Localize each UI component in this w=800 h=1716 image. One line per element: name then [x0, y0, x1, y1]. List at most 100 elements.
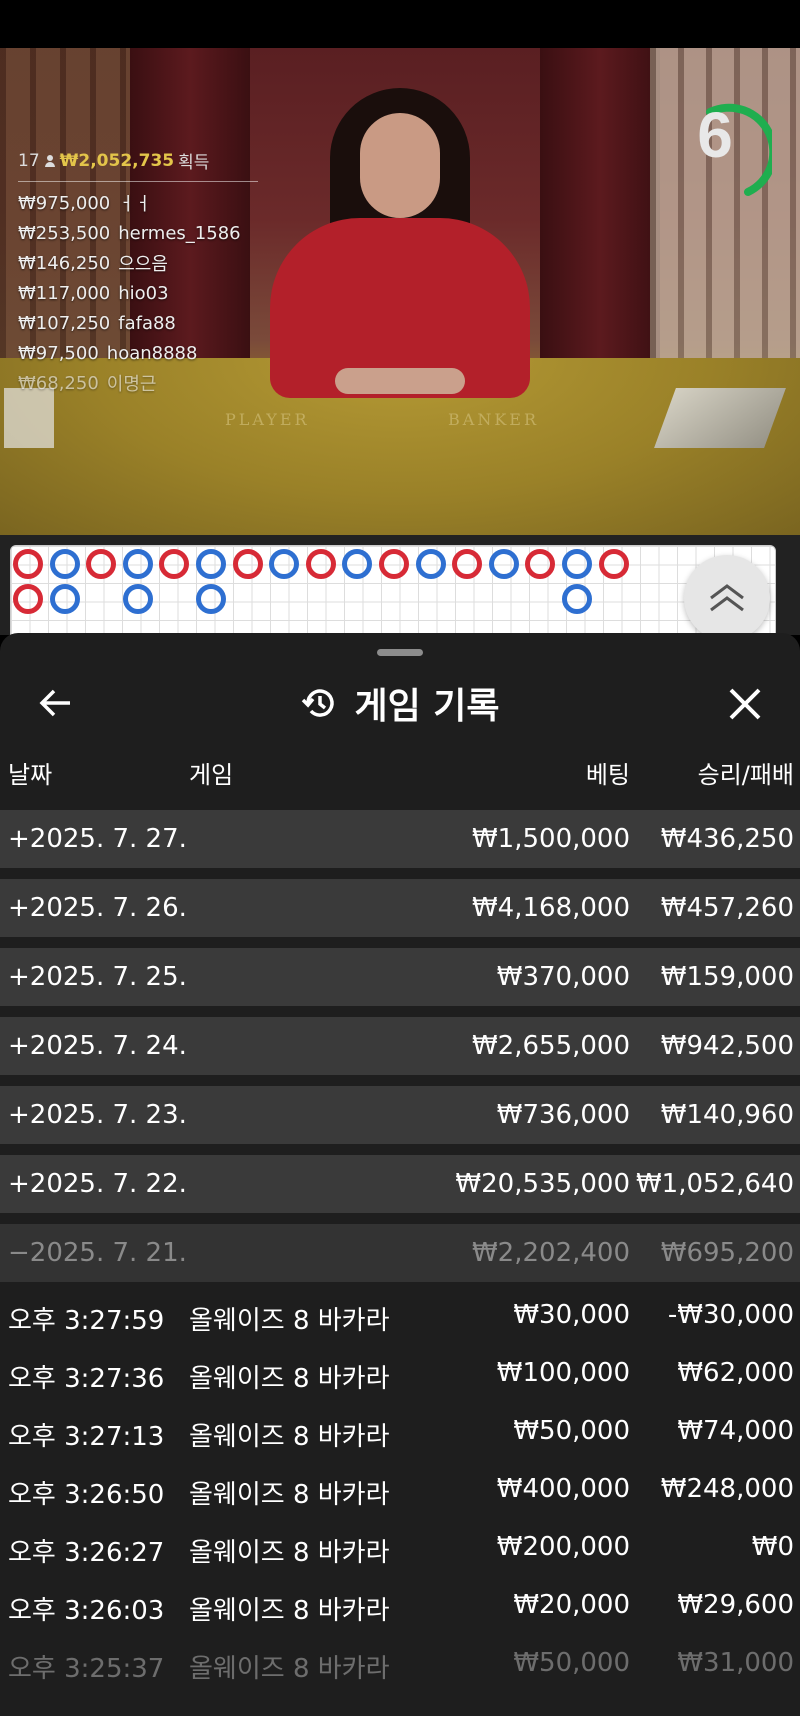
- tx-result: ₩62,000: [677, 1358, 794, 1388]
- day-date: +2025. 7. 22.: [8, 1169, 187, 1199]
- bettor-amount: ₩253,500: [18, 222, 111, 244]
- scoreboard-area: [0, 535, 800, 641]
- bettor-row: ₩253,500 hermes_1586: [18, 218, 258, 248]
- bead-red: [525, 549, 556, 579]
- col-date: 날짜: [8, 761, 53, 789]
- bead-blue: [49, 549, 80, 579]
- tx-bet: ₩50,000: [513, 1416, 630, 1446]
- bead-red: [379, 549, 409, 579]
- tx-bet: ₩400,000: [496, 1474, 630, 1504]
- sheet-title: 게임 기록: [354, 686, 500, 727]
- day-bet: ₩4,168,000: [471, 893, 630, 923]
- day-row[interactable]: +2025. 7. 23. ₩736,000 ₩140,960: [0, 1086, 800, 1144]
- expand-button[interactable]: [684, 555, 770, 641]
- close-icon: [729, 688, 761, 720]
- transaction-row[interactable]: 오후 3:27:36 올웨이즈 8 바카라 ₩100,000 ₩62,000: [0, 1346, 800, 1404]
- bead-road[interactable]: [10, 545, 776, 635]
- transaction-row[interactable]: 오후 3:27:13 올웨이즈 8 바카라 ₩50,000 ₩74,000: [0, 1404, 800, 1462]
- day-date: +2025. 7. 23.: [8, 1100, 187, 1130]
- top-bettors-panel: 17 ₩2,052,735 획득 ₩975,000 ㅓㅓ ₩253,500 herme…: [18, 148, 258, 398]
- tx-game: 올웨이즈 8 바카라: [189, 1364, 390, 1394]
- tx-time: 오후 3:26:03: [8, 1596, 165, 1626]
- bettors-total: ₩2,052,735: [59, 150, 175, 171]
- tx-result: -₩30,000: [667, 1300, 794, 1330]
- day-row[interactable]: +2025. 7. 24. ₩2,655,000 ₩942,500: [0, 1017, 800, 1075]
- day-result: ₩140,960: [660, 1100, 794, 1130]
- title-group: 게임 기록: [0, 663, 800, 743]
- sheet-header: 게임 기록: [0, 663, 800, 743]
- bettor-name: 으으음: [118, 254, 168, 275]
- bead-red: [452, 549, 483, 579]
- tx-result: ₩31,000: [677, 1648, 794, 1678]
- tx-bet: ₩30,000: [513, 1300, 630, 1330]
- day-bet: ₩20,535,000: [455, 1169, 630, 1199]
- felt-player-label: PLAYER: [225, 410, 310, 429]
- col-result: 승리/패배: [697, 761, 794, 789]
- bettor-list: ₩975,000 ㅓㅓ ₩253,500 hermes_1586 ₩146,250 으으음…: [18, 188, 258, 398]
- bettor-name: hoan8888: [106, 342, 198, 364]
- bettor-row: ₩146,250 으으음: [18, 248, 258, 278]
- day-bet: ₩736,000: [496, 1100, 630, 1130]
- tx-bet: ₩100,000: [496, 1358, 630, 1388]
- day-row[interactable]: −2025. 7. 21. ₩2,202,400 ₩695,200: [0, 1224, 800, 1282]
- sheet-grabber[interactable]: [377, 649, 423, 656]
- day-row[interactable]: +2025. 7. 25. ₩370,000 ₩159,000: [0, 948, 800, 1006]
- close-button[interactable]: [724, 683, 766, 725]
- chevron-up-double-icon: [710, 584, 744, 612]
- day-result: ₩695,200: [660, 1238, 794, 1268]
- column-headers: 날짜 게임 베팅 승리/패배: [0, 743, 800, 793]
- day-result: ₩942,500: [660, 1031, 794, 1061]
- bettor-amount: ₩146,250: [18, 252, 111, 274]
- bettor-name: 이명근: [106, 374, 157, 395]
- day-date: +2025. 7. 24.: [8, 1031, 187, 1061]
- day-bet: ₩2,202,400: [471, 1238, 630, 1268]
- bead-red: [598, 549, 629, 579]
- bead-red: [305, 549, 336, 579]
- status-bar: [0, 0, 800, 48]
- tx-time: 오후 3:25:37: [8, 1654, 165, 1684]
- bead-blue: [122, 584, 153, 614]
- day-date: +2025. 7. 25.: [8, 962, 187, 992]
- transaction-row[interactable]: 오후 3:26:27 올웨이즈 8 바카라 ₩200,000 ₩0: [0, 1520, 800, 1578]
- day-result: ₩159,000: [660, 962, 794, 992]
- day-date: −2025. 7. 21.: [8, 1238, 187, 1268]
- timer-value: 6: [697, 99, 733, 171]
- tx-result: ₩74,000: [677, 1416, 794, 1446]
- transaction-row[interactable]: 오후 3:26:03 올웨이즈 8 바카라 ₩20,000 ₩29,600: [0, 1578, 800, 1636]
- day-bet: ₩1,500,000: [471, 824, 630, 854]
- bead-red: [13, 584, 43, 614]
- back-button[interactable]: [36, 683, 76, 723]
- bead-blue: [196, 549, 226, 579]
- transaction-row[interactable]: 오후 3:26:50 올웨이즈 8 바카라 ₩400,000 ₩248,000: [0, 1462, 800, 1520]
- tx-game: 올웨이즈 8 바카라: [189, 1596, 390, 1626]
- game-history-sheet: 게임 기록 날짜 게임 베팅 승리/패배 +2025. 7. 27. ₩1,500…: [0, 633, 800, 1716]
- bettor-name: ㅓㅓ: [118, 194, 152, 215]
- bettor-row: ₩975,000 ㅓㅓ: [18, 188, 258, 218]
- tx-game: 올웨이즈 8 바카라: [189, 1480, 390, 1510]
- transaction-row[interactable]: 오후 3:25:37 올웨이즈 8 바카라 ₩50,000 ₩31,000: [0, 1636, 800, 1694]
- bead-blue: [269, 549, 300, 579]
- countdown-timer: 6: [690, 78, 772, 198]
- bettor-amount: ₩107,250: [18, 312, 111, 334]
- tx-result: ₩248,000: [660, 1474, 794, 1504]
- bettor-amount: ₩68,250: [18, 372, 99, 394]
- tx-game: 올웨이즈 8 바카라: [189, 1422, 390, 1452]
- tx-result: ₩0: [751, 1532, 794, 1562]
- day-row[interactable]: +2025. 7. 26. ₩4,168,000 ₩457,260: [0, 879, 800, 937]
- person-icon: [44, 154, 56, 167]
- tx-time: 오후 3:27:59: [8, 1306, 165, 1336]
- bead-red: [159, 549, 190, 579]
- bead-blue: [488, 549, 519, 579]
- tx-game: 올웨이즈 8 바카라: [189, 1538, 390, 1568]
- bettor-row: ₩68,250 이명근: [18, 368, 258, 398]
- tx-game: 올웨이즈 8 바카라: [189, 1306, 390, 1336]
- transaction-row[interactable]: 오후 3:27:59 올웨이즈 8 바카라 ₩30,000 -₩30,000: [0, 1288, 800, 1346]
- day-bet: ₩370,000: [496, 962, 630, 992]
- day-row[interactable]: +2025. 7. 27. ₩1,500,000 ₩436,250: [0, 810, 800, 868]
- live-video: PLAYER BANKER 17 ₩2,052,735 획득 ₩975,000 ㅓ…: [0, 48, 800, 535]
- history-list: +2025. 7. 27. ₩1,500,000 ₩436,250 +2025. 7.…: [0, 810, 800, 1694]
- tx-time: 오후 3:27:13: [8, 1422, 165, 1452]
- bettor-name: hermes_1586: [118, 222, 241, 244]
- day-row[interactable]: +2025. 7. 22. ₩20,535,000 ₩1,052,640: [0, 1155, 800, 1213]
- bead-blue: [415, 549, 446, 579]
